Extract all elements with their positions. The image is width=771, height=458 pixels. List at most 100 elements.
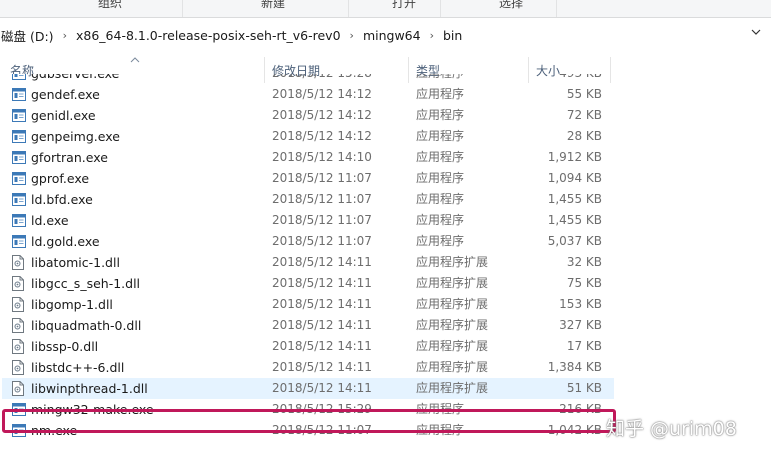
file-name: libssp-0.dll <box>31 339 99 354</box>
file-size: 5,037 KB <box>547 234 602 248</box>
file-name: gdbserver.exe <box>31 74 119 84</box>
chevron-down-icon[interactable] <box>749 26 763 42</box>
file-name: libatomic-1.dll <box>31 255 120 270</box>
file-size: 327 KB <box>559 318 602 332</box>
file-size: 1,455 KB <box>547 192 602 206</box>
ribbon: 组织 新建 打开 选择 <box>0 0 771 18</box>
file-row[interactable]: ld.gold.exe 2018/5/12 11:07 应用程序 5,037 KB <box>2 231 614 252</box>
ribbon-divider <box>556 0 557 17</box>
file-row[interactable]: libgcc_s_seh-1.dll 2018/5/12 14:11 应用程序扩展 7… <box>2 273 614 294</box>
file-date: 2018/5/12 11:07 <box>272 192 372 206</box>
file-name: libwinpthread-1.dll <box>31 381 148 396</box>
file-row[interactable]: libwinpthread-1.dll 2018/5/12 14:11 应用程序扩展… <box>2 378 614 399</box>
file-type: 应用程序扩展 <box>416 318 489 332</box>
dll-icon <box>12 339 24 357</box>
chevron-right-icon[interactable]: › <box>424 29 440 42</box>
file-row[interactable]: libgomp-1.dll 2018/5/12 14:11 应用程序扩展 153 KB <box>2 294 614 315</box>
exe-icon <box>12 151 26 167</box>
chevron-right-icon[interactable]: › <box>57 29 73 42</box>
ribbon-group-organize[interactable]: 组织 <box>98 0 122 11</box>
file-date: 2018/5/12 14:11 <box>272 276 372 290</box>
exe-icon <box>12 130 26 146</box>
file-row[interactable]: libstdc++-6.dll 2018/5/12 14:11 应用程序扩展 1,38… <box>2 357 614 378</box>
file-type: 应用程序 <box>416 87 465 101</box>
breadcrumb-folder[interactable]: x86_64-8.1.0-release-posix-seh-rt_v6-rev… <box>73 28 344 43</box>
address-bar[interactable]: 磁盘 (D:) › x86_64-8.1.0-release-posix-seh… <box>0 22 771 48</box>
dll-icon <box>12 381 24 399</box>
exe-icon <box>12 109 26 125</box>
dll-icon <box>12 255 24 273</box>
file-row[interactable]: gendef.exe 2018/5/12 14:12 应用程序 55 KB <box>2 84 614 105</box>
file-row[interactable]: libquadmath-0.dll 2018/5/12 14:11 应用程序扩展 32… <box>2 315 614 336</box>
file-name: libquadmath-0.dll <box>31 318 142 333</box>
file-name: libstdc++-6.dll <box>31 360 125 375</box>
exe-icon <box>12 172 26 188</box>
file-size: 1,455 KB <box>547 213 602 227</box>
exe-icon <box>12 88 26 104</box>
file-date: 2018/5/12 14:11 <box>272 297 372 311</box>
file-date: 2018/5/12 14:11 <box>272 360 372 374</box>
file-size: 51 KB <box>566 381 602 395</box>
file-type: 应用程序扩展 <box>416 297 489 311</box>
ribbon-group-select[interactable]: 选择 <box>499 0 523 11</box>
file-date: 2018/5/12 14:12 <box>272 87 372 101</box>
file-date: 2018/5/12 15:28 <box>272 74 372 84</box>
file-name: genidl.exe <box>31 108 96 123</box>
chevron-right-icon[interactable]: › <box>344 29 360 42</box>
file-date: 2018/5/12 14:10 <box>272 150 372 164</box>
file-row[interactable]: libatomic-1.dll 2018/5/12 14:11 应用程序扩展 32 K… <box>2 252 614 273</box>
file-type: 应用程序扩展 <box>416 339 489 353</box>
file-row[interactable]: gprof.exe 2018/5/12 11:07 应用程序 1,094 KB <box>2 168 614 189</box>
file-type: 应用程序扩展 <box>416 276 489 290</box>
file-name: libgcc_s_seh-1.dll <box>31 276 141 291</box>
file-name: genpeimg.exe <box>31 129 120 144</box>
file-type: 应用程序 <box>416 234 465 248</box>
watermark: 知乎 @urim08 <box>606 418 737 440</box>
file-size: 32 KB <box>566 255 602 269</box>
breadcrumb-drive[interactable]: 磁盘 (D:) <box>0 26 57 45</box>
file-date: 2018/5/12 11:07 <box>272 213 372 227</box>
file-size: 1,094 KB <box>547 171 602 185</box>
file-name: ld.exe <box>31 213 69 228</box>
dll-icon <box>12 297 24 315</box>
file-row[interactable]: gdbserver.exe 2018/5/12 15:28 应用程序 493 KB <box>2 74 614 84</box>
dll-icon <box>12 318 24 336</box>
file-date: 2018/5/12 14:11 <box>272 255 372 269</box>
breadcrumb-folder[interactable]: bin <box>440 28 465 43</box>
file-type: 应用程序 <box>416 129 465 143</box>
file-date: 2018/5/12 14:12 <box>272 129 372 143</box>
file-name: ld.bfd.exe <box>31 192 93 207</box>
file-row[interactable]: libssp-0.dll 2018/5/12 14:11 应用程序扩展 17 KB <box>2 336 614 357</box>
file-row[interactable]: ld.exe 2018/5/12 11:07 应用程序 1,455 KB <box>2 210 614 231</box>
file-size: 153 KB <box>559 297 602 311</box>
file-row[interactable]: gfortran.exe 2018/5/12 14:10 应用程序 1,912 KB <box>2 147 614 168</box>
file-date: 2018/5/12 14:12 <box>272 108 372 122</box>
file-row[interactable]: genpeimg.exe 2018/5/12 14:12 应用程序 28 KB <box>2 126 614 147</box>
file-date: 2018/5/12 14:11 <box>272 339 372 353</box>
file-list: gdbserver.exe 2018/5/12 15:28 应用程序 493 KB g… <box>0 74 771 458</box>
file-name: gfortran.exe <box>31 150 108 165</box>
ribbon-divider <box>440 0 441 17</box>
ribbon-divider <box>182 0 183 17</box>
ribbon-group-new[interactable]: 新建 <box>261 0 285 11</box>
file-name: ld.gold.exe <box>31 234 100 249</box>
file-size: 1,912 KB <box>547 150 602 164</box>
file-type: 应用程序 <box>416 192 465 206</box>
file-row[interactable]: ld.bfd.exe 2018/5/12 11:07 应用程序 1,455 KB <box>2 189 614 210</box>
file-type: 应用程序 <box>416 74 464 84</box>
file-date: 2018/5/12 14:11 <box>272 381 372 395</box>
file-date: 2018/5/12 14:11 <box>272 318 372 332</box>
highlight-box <box>2 409 616 433</box>
file-row[interactable]: genidl.exe 2018/5/12 14:12 应用程序 72 KB <box>2 105 614 126</box>
file-size: 72 KB <box>566 108 602 122</box>
file-type: 应用程序 <box>416 108 465 122</box>
exe-icon <box>12 74 26 83</box>
exe-icon <box>12 193 26 209</box>
exe-icon <box>12 214 26 230</box>
file-date: 2018/5/12 11:07 <box>272 171 372 185</box>
file-size: 17 KB <box>566 339 602 353</box>
file-size: 75 KB <box>566 276 602 290</box>
breadcrumb-folder[interactable]: mingw64 <box>360 28 424 43</box>
ribbon-group-open[interactable]: 打开 <box>392 0 416 11</box>
file-name: gprof.exe <box>31 171 90 186</box>
